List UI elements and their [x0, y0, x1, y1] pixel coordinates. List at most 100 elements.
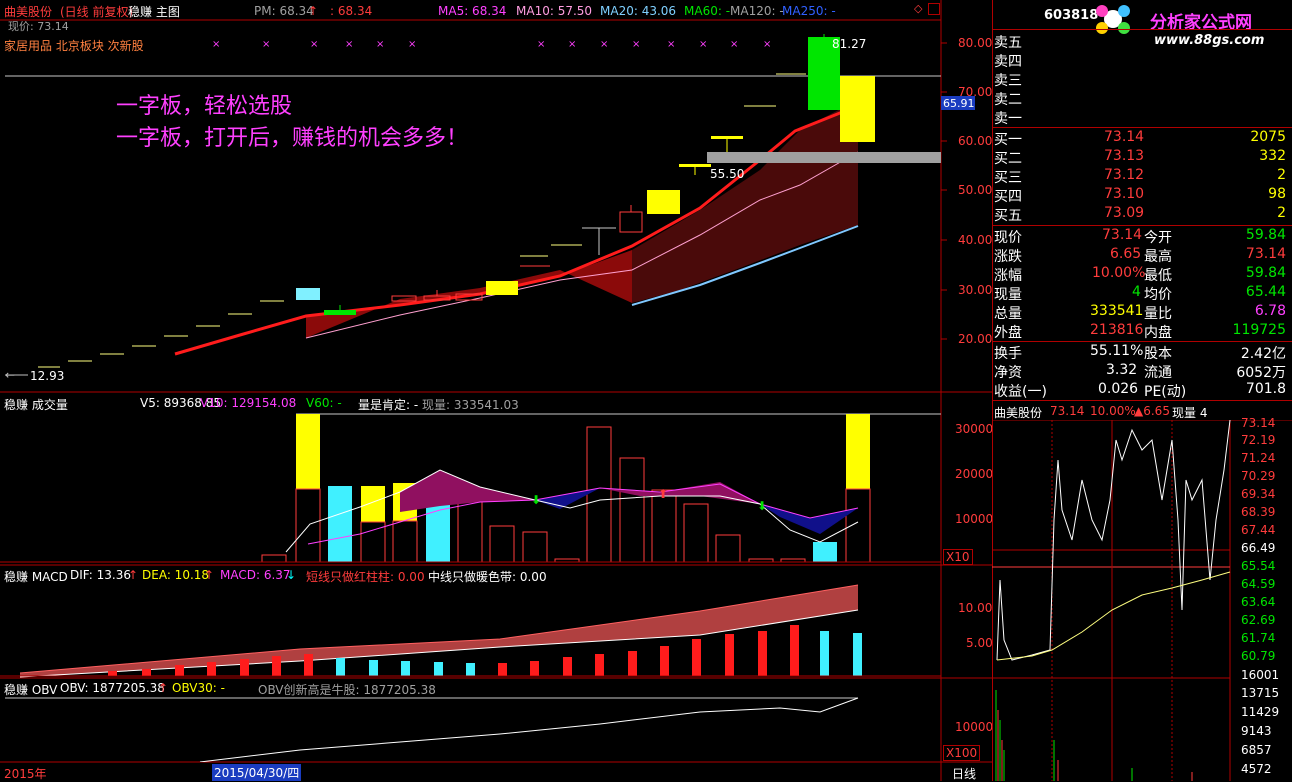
quote-row: 涨跌 6.65 最高 73.14 — [994, 246, 1290, 265]
fund-row: 换手 55.11% 股本 2.42亿 — [994, 343, 1290, 362]
fund-value: 55.11% — [1090, 343, 1144, 359]
high-mark: 81.27 — [832, 37, 867, 51]
order-label: 卖二 — [994, 92, 1022, 108]
quote-row: 现量 4 均价 65.44 — [994, 284, 1290, 303]
order-label: 买五 — [994, 208, 1022, 224]
order-row-buy4[interactable]: 买四 73.10 98 — [994, 186, 1290, 205]
intraday-axis-tick: 73.14 — [1241, 416, 1276, 430]
fund-label: PE(动) — [1144, 384, 1187, 400]
intraday-axis-tick: 16001 — [1241, 668, 1280, 682]
svg-text:×: × — [537, 39, 545, 50]
intraday-axis-tick: 70.29 — [1241, 469, 1276, 483]
fund-value: 2.42亿 — [1240, 346, 1286, 362]
fund-value: 3.32 — [1106, 362, 1138, 378]
order-label: 卖一 — [994, 111, 1022, 127]
svg-text:×: × — [730, 39, 738, 50]
svg-text:×: × — [699, 39, 707, 50]
price-axis-tick: 50.00 — [958, 183, 993, 197]
quote-label: 内盘 — [1144, 325, 1172, 341]
order-row-sell1[interactable]: 卖一 — [994, 108, 1290, 127]
quote-row: 外盘 213816 内盘 119725 — [994, 322, 1290, 341]
order-row-sell5[interactable]: 卖五 — [994, 32, 1290, 51]
svg-text:×: × — [568, 39, 576, 50]
main-chart-area[interactable]: 曲美股份 (日线 前复权) 稳赚 主图 PM: 68.34 ↑ : 68.34 … — [0, 0, 994, 782]
quote-value: 213816 — [1090, 322, 1144, 338]
order-row-sell4[interactable]: 卖四 — [994, 51, 1290, 70]
obv-axis-tick: 10000 — [955, 720, 994, 734]
quote-row: 总量 333541 量比 6.78 — [994, 303, 1290, 322]
quote-label: 今开 — [1144, 230, 1172, 246]
obv-unit: X100 — [943, 745, 981, 761]
intraday-axis-tick: 11429 — [1241, 705, 1280, 719]
intraday-axis-tick: 6857 — [1241, 743, 1272, 757]
order-label: 买四 — [994, 189, 1022, 205]
quote-value: 73.14 — [1245, 246, 1286, 262]
svg-text:×: × — [632, 39, 640, 50]
fund-value: 0.026 — [1098, 381, 1139, 397]
order-row-buy3[interactable]: 买三 73.12 2 — [994, 167, 1290, 186]
svg-text:×: × — [345, 39, 353, 50]
svg-text:⬇: ⬇ — [757, 499, 767, 513]
quote-value: 4 — [1132, 284, 1141, 300]
order-label: 买三 — [994, 170, 1022, 186]
period-button[interactable]: 日线 — [952, 765, 976, 782]
quote-label: 涨跌 — [994, 249, 1022, 265]
intraday-axis-tick: 67.44 — [1241, 523, 1276, 537]
fund-label: 收益(一) — [994, 384, 1047, 400]
fund-label: 股本 — [1144, 346, 1172, 362]
price-axis-tick: 70.00 — [958, 85, 993, 99]
quote-value: 6.65 — [1110, 246, 1142, 262]
svg-text:×: × — [408, 39, 416, 50]
order-volume: 2 — [1277, 205, 1286, 221]
order-label: 卖五 — [994, 35, 1022, 51]
obv-chart[interactable] — [0, 678, 941, 762]
volume-chart[interactable]: ⬇ ⬆ ⬇ — [0, 392, 941, 565]
price-axis-tick: 30.00 — [958, 283, 993, 297]
order-row-sell2[interactable]: 卖二 — [994, 89, 1290, 108]
svg-text:×: × — [763, 39, 771, 50]
quote-label: 涨幅 — [994, 268, 1022, 284]
order-volume: 2 — [1277, 167, 1286, 183]
intraday-change: ▲6.65 — [1134, 404, 1170, 418]
volume-axis-tick: 20000 — [955, 467, 994, 481]
svg-text:×: × — [600, 39, 608, 50]
macd-chart[interactable] — [0, 565, 941, 678]
svg-text:×: × — [212, 39, 220, 50]
order-row-sell3[interactable]: 卖三 — [994, 70, 1290, 89]
quote-row: 涨幅 10.00% 最低 59.84 — [994, 265, 1290, 284]
svg-text:×: × — [667, 39, 675, 50]
svg-text:×: × — [310, 39, 318, 50]
order-label: 卖三 — [994, 73, 1022, 89]
quote-value: 10.00% — [1092, 265, 1146, 281]
volume-axis-tick: 10000 — [955, 512, 994, 526]
low-mark: 12.93 — [30, 369, 65, 383]
order-price: 73.13 — [1104, 148, 1145, 164]
fund-label: 净资 — [994, 365, 1022, 381]
order-price: 73.09 — [1104, 205, 1145, 221]
intraday-axis-tick: 63.64 — [1241, 595, 1276, 609]
intraday-axis-tick: 64.59 — [1241, 577, 1276, 591]
order-row-buy1[interactable]: 买一 73.14 2075 — [994, 129, 1290, 148]
intraday-axis-tick: 9143 — [1241, 724, 1272, 738]
intraday-axis-tick: 13715 — [1241, 686, 1280, 700]
order-price: 73.10 — [1104, 186, 1145, 202]
intraday-volume: 现量 4 — [1172, 406, 1208, 420]
quote-label: 现量 — [994, 287, 1022, 303]
order-row-buy5[interactable]: 买五 73.09 2 — [994, 205, 1290, 224]
svg-text:×: × — [262, 39, 270, 50]
quote-label: 均价 — [1144, 287, 1172, 303]
order-label: 卖四 — [994, 54, 1022, 70]
annotation-line2: 一字板，打开后，赚钱的机会多多！ — [116, 126, 469, 151]
intraday-price: 73.14 — [1050, 404, 1085, 418]
order-row-buy2[interactable]: 买二 73.13 332 — [994, 148, 1290, 167]
fund-label: 换手 — [994, 346, 1022, 362]
mid-mark: 55.50 — [710, 167, 745, 181]
quote-label: 最高 — [1144, 249, 1172, 265]
svg-text:×: × — [376, 39, 384, 50]
order-label: 买二 — [994, 151, 1022, 167]
fund-row: 净资 3.32 流通 6052万 — [994, 362, 1290, 381]
quote-value: 6.78 — [1254, 303, 1286, 319]
intraday-name: 曲美股份 — [994, 406, 1043, 420]
logo-icon — [1096, 5, 1130, 34]
price-axis-tick: 20.00 — [958, 332, 993, 346]
